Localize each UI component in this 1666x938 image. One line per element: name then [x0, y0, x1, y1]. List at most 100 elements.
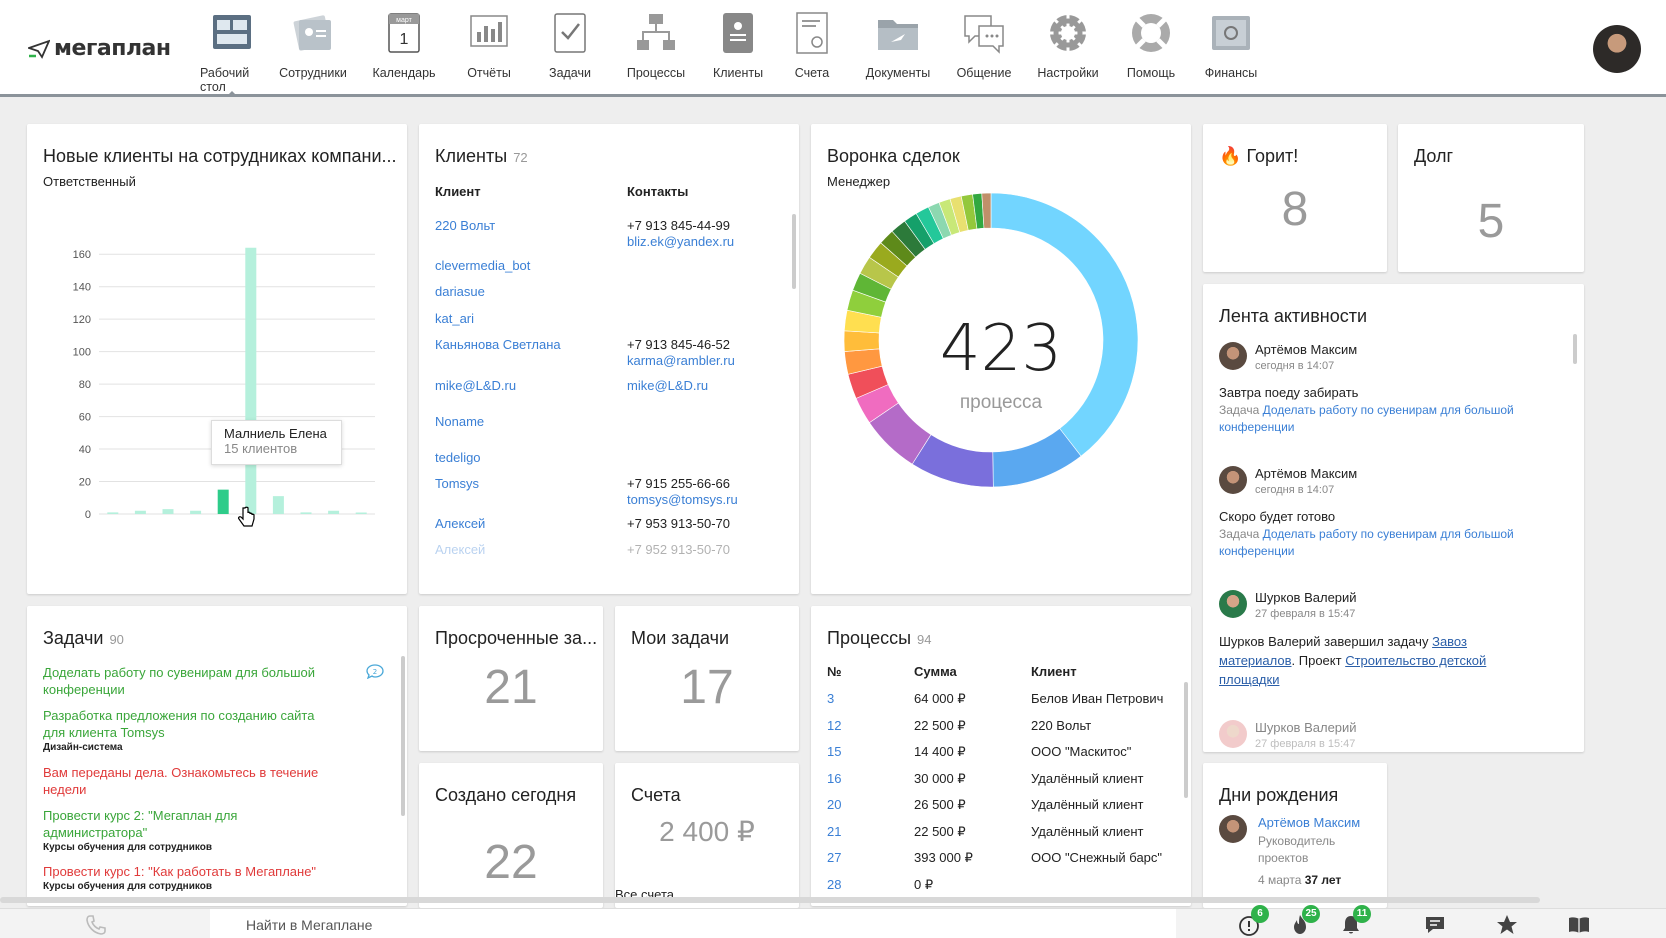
task-title-link[interactable]: Вам переданы дела. Ознакомьтесь в течени…	[43, 764, 333, 798]
process-number-link[interactable]: 28	[827, 877, 841, 892]
alerts-button[interactable]: 6	[1237, 905, 1269, 937]
nav-settings[interactable]: Настройки	[1024, 10, 1112, 95]
chart-bar[interactable]	[272, 496, 284, 514]
task-title-link[interactable]: Провести курс 1: "Как работать в Мегапла…	[43, 863, 333, 880]
client-email-link[interactable]: mike@L&D.ru	[627, 378, 708, 394]
avatar[interactable]	[1219, 815, 1247, 843]
chart-bar[interactable]	[162, 509, 174, 514]
process-row[interactable]: 20 26 500 ₽ Удалённый клиент	[827, 797, 1181, 817]
invoices-title[interactable]: Счета	[631, 785, 681, 806]
process-number-link[interactable]: 27	[827, 850, 841, 865]
task-title-link[interactable]: Разработка предложения по созданию сайта…	[43, 707, 333, 741]
nav-clients[interactable]: Клиенты	[704, 10, 772, 95]
client-email-link[interactable]: bliz.ek@yandex.ru	[627, 234, 734, 250]
chart-bar[interactable]	[190, 510, 202, 514]
comment-icon[interactable]: 2	[366, 663, 384, 679]
process-row[interactable]: 28 0 ₽	[827, 877, 1181, 897]
notifications-button[interactable]: 11	[1339, 905, 1371, 937]
feed-author[interactable]: Шурков Валерий	[1255, 590, 1357, 605]
client-name-link[interactable]: mike@L&D.ru	[435, 378, 516, 393]
task-title-link[interactable]: Доделать работу по сувенирам для большой…	[43, 664, 333, 698]
chart-bar[interactable]	[217, 489, 229, 514]
birthdays-title[interactable]: Дни рождения	[1219, 785, 1338, 806]
process-row[interactable]: 12 22 500 ₽ 220 Вольт	[827, 718, 1181, 738]
feed-author[interactable]: Шурков Валерий	[1255, 720, 1357, 735]
chart-bar[interactable]	[134, 510, 146, 514]
task-item[interactable]: Вам переданы дела. Ознакомьтесь в течени…	[43, 764, 333, 798]
tasks-scrollbar[interactable]	[401, 656, 405, 816]
client-name-link[interactable]: 220 Вольт	[435, 218, 495, 233]
global-search-input[interactable]: Найти в Мегаплане	[210, 909, 1176, 938]
client-name-link[interactable]: Tomsys	[435, 476, 479, 491]
process-number-link[interactable]: 15	[827, 744, 841, 759]
chart-bar[interactable]	[245, 247, 257, 514]
task-title-link[interactable]: Провести курс 2: "Мегаплан для администр…	[43, 807, 333, 841]
nav-processes[interactable]: Процессы	[608, 10, 704, 95]
nav-dashboard[interactable]: Рабочий стол	[200, 10, 264, 97]
task-item[interactable]: Провести курс 2: "Мегаплан для администр…	[43, 807, 333, 855]
feed-title[interactable]: Лента активности	[1219, 306, 1367, 327]
process-row[interactable]: 3 64 000 ₽ Белов Иван Петрович	[827, 691, 1181, 711]
client-email-link[interactable]: karma@rambler.ru	[627, 353, 735, 369]
birthday-person-link[interactable]: Артёмов Максим	[1258, 815, 1360, 830]
process-number-link[interactable]: 20	[827, 797, 841, 812]
client-email-link[interactable]: tomsys@tomsys.ru	[627, 492, 738, 508]
process-row[interactable]: 21 22 500 ₽ Удалённый клиент	[827, 824, 1181, 844]
process-row[interactable]: 15 14 400 ₽ ООО "Маскитос"	[827, 744, 1181, 764]
chat-bubble-icon[interactable]	[1423, 913, 1447, 937]
process-number-link[interactable]: 12	[827, 718, 841, 733]
client-name-link[interactable]: Алексей	[435, 516, 485, 531]
client-name-link[interactable]: clevermedia_bot	[435, 258, 530, 273]
process-number-link[interactable]: 3	[827, 691, 834, 706]
phone-icon[interactable]	[84, 913, 108, 937]
feed-task-link[interactable]: Доделать работу по сувенирам для большой…	[1219, 403, 1514, 434]
user-avatar[interactable]	[1593, 25, 1641, 73]
client-name-link[interactable]: Каньянова Светлана	[435, 337, 561, 352]
hot-button[interactable]: 25	[1288, 905, 1320, 937]
megaplan-logo[interactable]: мегаплан	[28, 36, 171, 61]
feed-task-link[interactable]: Доделать работу по сувенирам для большой…	[1219, 527, 1514, 558]
chart-bar[interactable]	[107, 512, 119, 514]
process-row[interactable]: 16 30 000 ₽ Удалённый клиент	[827, 771, 1181, 791]
book-icon[interactable]	[1567, 913, 1591, 937]
nav-help[interactable]: Помощь	[1112, 10, 1190, 95]
feed-author[interactable]: Артёмов Максим	[1255, 466, 1357, 481]
nav-chat[interactable]: Общение	[944, 10, 1024, 95]
client-name-link[interactable]: tedeligo	[435, 450, 481, 465]
chart-bar[interactable]	[300, 512, 312, 514]
client-name-link[interactable]: Алексей	[435, 542, 485, 557]
nav-calendar[interactable]: март 1 Календарь	[362, 10, 446, 95]
avatar[interactable]	[1219, 590, 1247, 618]
client-name-link[interactable]: kat_ari	[435, 311, 474, 326]
clients-title[interactable]: Клиенты 72	[435, 146, 528, 167]
clients-scrollbar[interactable]	[792, 214, 796, 289]
processes-title[interactable]: Процессы 94	[827, 628, 931, 649]
my-tasks-widget[interactable]: Мои задачи 17	[615, 606, 799, 751]
avatar[interactable]	[1219, 466, 1247, 494]
task-item[interactable]: Доделать работу по сувенирам для большой…	[43, 664, 333, 698]
debt-widget[interactable]: Долг 5	[1398, 124, 1584, 272]
tasks-title[interactable]: Задачи 90	[43, 628, 124, 649]
avatar[interactable]	[1219, 342, 1247, 370]
star-icon[interactable]	[1495, 913, 1519, 937]
avatar[interactable]	[1219, 720, 1247, 748]
nav-invoices[interactable]: Счета	[772, 10, 852, 95]
overdue-tasks-widget[interactable]: Просроченные за... 21	[419, 606, 603, 751]
feed-scrollbar[interactable]	[1573, 334, 1577, 364]
hot-widget[interactable]: 🔥 Горит! 8	[1203, 124, 1387, 272]
processes-scrollbar[interactable]	[1184, 682, 1188, 798]
created-today-widget[interactable]: Создано сегодня 22	[419, 763, 603, 908]
chart-bar[interactable]	[355, 512, 367, 515]
horizontal-scrollbar[interactable]	[0, 897, 1540, 903]
nav-finance[interactable]: Финансы	[1190, 10, 1272, 95]
nav-employees[interactable]: Сотрудники	[264, 10, 362, 95]
chart-bar[interactable]	[328, 510, 340, 514]
process-number-link[interactable]: 21	[827, 824, 841, 839]
client-name-link[interactable]: Noname	[435, 414, 484, 429]
process-row[interactable]: 27 393 000 ₽ ООО "Снежный барс"	[827, 850, 1181, 870]
process-number-link[interactable]: 16	[827, 771, 841, 786]
client-name-link[interactable]: dariasue	[435, 284, 485, 299]
feed-author[interactable]: Артёмов Максим	[1255, 342, 1357, 357]
nav-tasks[interactable]: Задачи	[532, 10, 608, 95]
task-item[interactable]: Разработка предложения по созданию сайта…	[43, 707, 333, 755]
